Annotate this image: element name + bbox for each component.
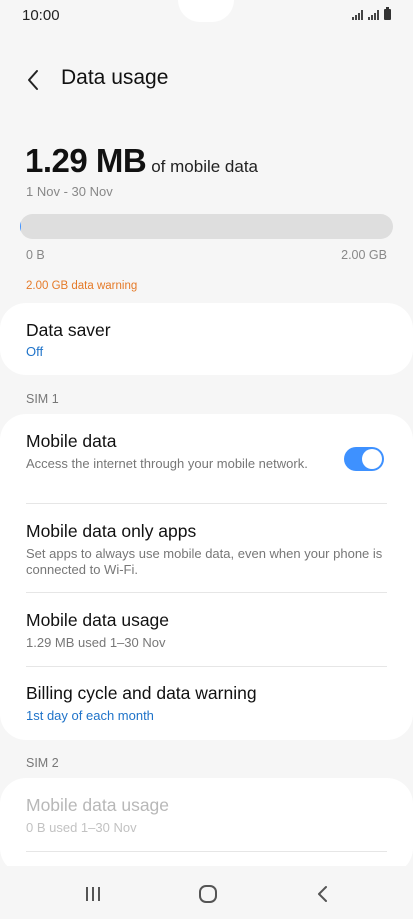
status-bar: 10:00	[0, 0, 413, 30]
mobile-data-only-apps-row[interactable]: Mobile data only apps Set apps to always…	[26, 521, 387, 578]
home-button[interactable]	[188, 880, 228, 908]
divider	[26, 851, 387, 852]
sim1-section-label: SIM 1	[26, 392, 59, 406]
sim1-card: Mobile data Access the internet through …	[0, 414, 413, 740]
sim2-mobile-data-usage-subtitle: 0 B used 1–30 Nov	[26, 820, 137, 835]
system-nav-bar	[0, 866, 413, 919]
nav-back-icon	[318, 886, 327, 902]
billing-cycle-subtitle: 1st day of each month	[26, 708, 154, 723]
home-icon	[199, 885, 217, 903]
status-icons	[352, 7, 391, 20]
scale-max-label: 2.00 GB	[341, 248, 387, 262]
camera-notch	[178, 0, 234, 22]
app-header: Data usage	[0, 60, 413, 100]
divider	[26, 666, 387, 667]
usage-progress-bar	[20, 214, 393, 239]
status-time: 10:00	[22, 7, 60, 24]
mobile-data-usage-row[interactable]: Mobile data usage 1.29 MB used 1–30 Nov	[26, 610, 387, 651]
sim2-mobile-data-usage-title: Mobile data usage	[26, 795, 170, 815]
sim2-section-label: SIM 2	[26, 756, 59, 770]
usage-period: 1 Nov - 30 Nov	[26, 184, 113, 199]
recents-icon	[86, 887, 100, 901]
sim2-card: Mobile data usage 0 B used 1–30 Nov	[0, 778, 413, 874]
chevron-left-icon	[28, 70, 38, 90]
mobile-data-title: Mobile data	[26, 431, 117, 451]
mobile-data-subtitle: Access the internet through your mobile …	[26, 456, 308, 471]
signal-icon-2	[368, 10, 379, 20]
recents-button[interactable]	[73, 880, 113, 908]
back-button[interactable]	[20, 64, 50, 96]
nav-back-button[interactable]	[303, 880, 343, 908]
usage-suffix: of mobile data	[151, 157, 259, 176]
mobile-data-usage-title: Mobile data usage	[26, 610, 170, 630]
data-saver-row[interactable]: Data saver Off	[26, 320, 387, 360]
billing-cycle-row[interactable]: Billing cycle and data warning 1st day o…	[26, 683, 387, 724]
mobile-data-only-apps-subtitle: Set apps to always use mobile data, even…	[26, 546, 383, 577]
scale-min-label: 0 B	[26, 248, 45, 262]
mobile-data-row[interactable]: Mobile data Access the internet through …	[26, 431, 323, 472]
divider	[26, 503, 387, 504]
sim2-mobile-data-usage-row: Mobile data usage 0 B used 1–30 Nov	[26, 795, 387, 836]
mobile-data-only-apps-title: Mobile data only apps	[26, 521, 197, 541]
data-saver-card[interactable]: Data saver Off	[0, 303, 413, 375]
mobile-data-toggle[interactable]	[344, 447, 384, 471]
data-saver-title: Data saver	[26, 320, 111, 340]
divider	[26, 592, 387, 593]
page-title: Data usage	[61, 66, 169, 89]
usage-summary: 1.29 MB of mobile data	[25, 142, 258, 180]
battery-icon	[384, 7, 391, 20]
data-warning-label: 2.00 GB data warning	[26, 280, 138, 292]
billing-cycle-title: Billing cycle and data warning	[26, 683, 257, 703]
mobile-data-usage-subtitle: 1.29 MB used 1–30 Nov	[26, 635, 166, 650]
data-saver-status: Off	[26, 344, 44, 359]
signal-icon	[352, 10, 363, 20]
usage-amount: 1.29 MB	[25, 142, 147, 179]
toggle-knob	[362, 449, 382, 469]
